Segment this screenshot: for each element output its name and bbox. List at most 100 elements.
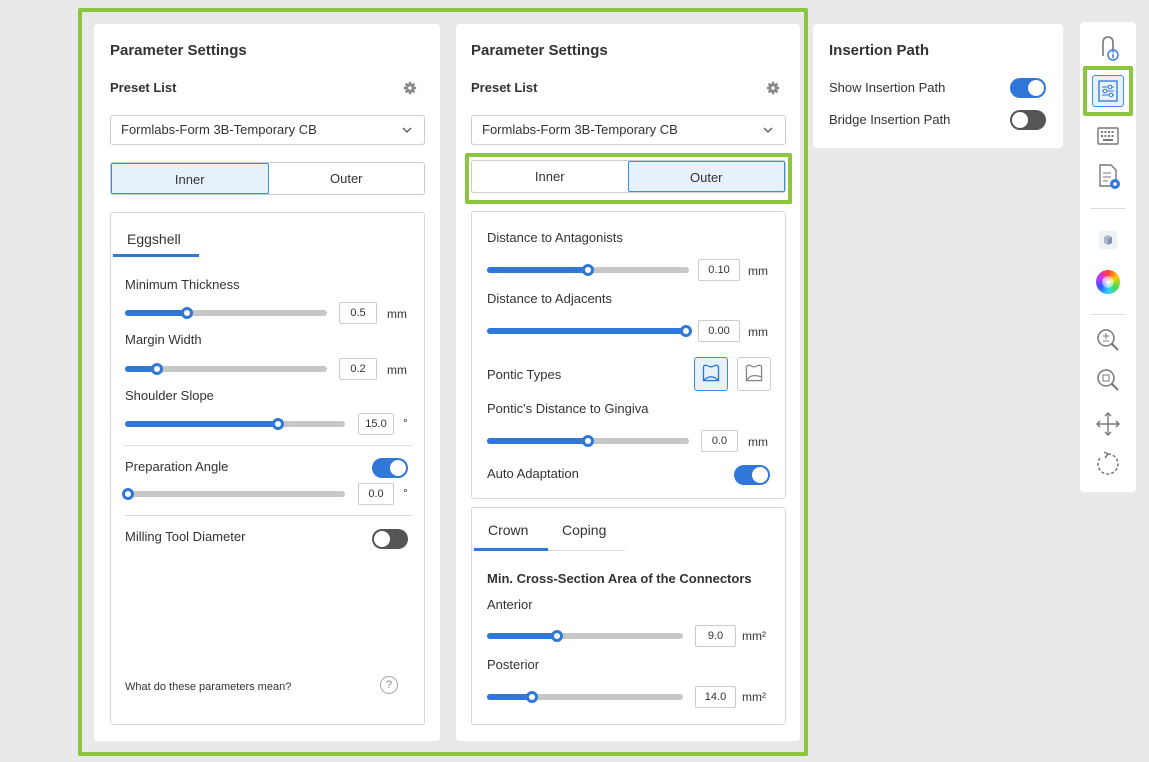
- tab-outer[interactable]: Outer: [627, 161, 785, 192]
- preset-list-label: Preset List: [471, 80, 538, 95]
- parameter-settings-panel-outer: Parameter Settings Preset List Formlabs-…: [456, 24, 800, 741]
- preset-list-label: Preset List: [110, 80, 177, 95]
- help-text[interactable]: What do these parameters mean?: [125, 681, 291, 693]
- distance-adjacents-label: Distance to Adjacents: [487, 291, 613, 306]
- minimum-thickness-value[interactable]: 0.5: [339, 302, 377, 324]
- crown-coping-box: Crown Coping Min. Cross-Section Area of …: [471, 507, 786, 725]
- tab-crown[interactable]: Crown: [488, 522, 528, 538]
- pontic-types-label: Pontic Types: [487, 367, 562, 382]
- outer-params-box: Distance to Antagonists 0.10 mm Distance…: [471, 211, 786, 499]
- preparation-angle-toggle[interactable]: [372, 458, 408, 478]
- pontic-distance-unit: mm: [748, 435, 768, 449]
- gear-icon[interactable]: [766, 81, 780, 95]
- insertion-path-info-icon[interactable]: [1094, 34, 1122, 62]
- tab-underline: [113, 254, 199, 257]
- milling-tool-diameter-label: Milling Tool Diameter: [125, 529, 246, 544]
- tab-inner[interactable]: Inner: [111, 163, 269, 194]
- tab-eggshell[interactable]: Eggshell: [127, 231, 181, 247]
- tab-inner[interactable]: Inner: [472, 161, 628, 192]
- panel-title: Parameter Settings: [110, 42, 247, 59]
- right-toolbar: [1080, 22, 1136, 492]
- distance-antagonists-slider[interactable]: [487, 264, 689, 276]
- margin-width-unit: mm: [387, 363, 407, 377]
- minimum-thickness-label: Minimum Thickness: [125, 277, 240, 292]
- anterior-value[interactable]: 9.0: [695, 625, 736, 647]
- tab-divider: [548, 550, 625, 551]
- inner-outer-toggle: Inner Outer: [110, 162, 425, 195]
- pontic-shape-icon: [745, 364, 763, 382]
- preset-dropdown[interactable]: Formlabs-Form 3B-Temporary CB: [110, 115, 425, 145]
- chevron-down-icon: [763, 127, 773, 133]
- tab-underline: [474, 548, 548, 551]
- toolbar-separator: [1090, 314, 1126, 315]
- minimum-thickness-slider[interactable]: [125, 307, 327, 319]
- preparation-angle-slider[interactable]: [122, 488, 345, 500]
- pontic-shape-icon: [702, 364, 720, 382]
- pontic-type-2-button[interactable]: [737, 357, 771, 391]
- document-settings-icon[interactable]: [1094, 162, 1122, 190]
- eggshell-box: Eggshell Minimum Thickness 0.5 mm Margin…: [110, 212, 425, 725]
- gear-icon[interactable]: [403, 81, 417, 95]
- chevron-down-icon: [402, 127, 412, 133]
- margin-width-slider[interactable]: [125, 363, 327, 375]
- pan-move-icon[interactable]: [1094, 410, 1122, 438]
- connector-heading: Min. Cross-Section Area of the Connector…: [487, 571, 752, 586]
- insertion-path-panel: Insertion Path Show Insertion Path Bridg…: [813, 24, 1063, 148]
- margin-width-value[interactable]: 0.2: [339, 358, 377, 380]
- auto-adaptation-toggle[interactable]: [734, 465, 770, 485]
- toolbar-separator: [1090, 208, 1126, 209]
- show-insertion-path-label: Show Insertion Path: [829, 80, 946, 95]
- pontic-distance-label: Pontic's Distance to Gingiva: [487, 401, 649, 416]
- anterior-slider[interactable]: [487, 630, 683, 642]
- distance-adjacents-value[interactable]: 0.00: [698, 320, 740, 342]
- sliders-icon: [1098, 80, 1118, 102]
- preset-dropdown[interactable]: Formlabs-Form 3B-Temporary CB: [471, 115, 786, 145]
- distance-antagonists-value[interactable]: 0.10: [698, 259, 740, 281]
- posterior-slider[interactable]: [487, 691, 683, 703]
- bridge-insertion-path-toggle[interactable]: [1010, 110, 1046, 130]
- auto-adaptation-label: Auto Adaptation: [487, 466, 579, 481]
- pontic-type-1-button[interactable]: [694, 357, 728, 391]
- inner-outer-toggle: Inner Outer: [471, 160, 786, 193]
- milling-tool-toggle[interactable]: [372, 529, 408, 549]
- posterior-label: Posterior: [487, 657, 540, 672]
- panel-title: Parameter Settings: [471, 42, 608, 59]
- distance-adjacents-slider[interactable]: [487, 325, 692, 337]
- rotate-icon[interactable]: [1094, 450, 1122, 478]
- cube-icon[interactable]: [1094, 226, 1122, 254]
- shoulder-slope-value[interactable]: 15.0: [358, 413, 394, 435]
- tab-coping[interactable]: Coping: [562, 522, 606, 538]
- shoulder-slope-label: Shoulder Slope: [125, 388, 214, 403]
- minimum-thickness-unit: mm: [387, 307, 407, 321]
- color-wheel-icon[interactable]: [1096, 270, 1120, 294]
- tab-outer[interactable]: Outer: [269, 163, 425, 194]
- distance-antagonists-label: Distance to Antagonists: [487, 230, 623, 245]
- divider: [125, 515, 412, 516]
- margin-width-label: Margin Width: [125, 332, 202, 347]
- anterior-unit: mm²: [742, 629, 766, 643]
- anterior-label: Anterior: [487, 597, 533, 612]
- parameter-settings-panel-inner: Parameter Settings Preset List Formlabs-…: [94, 24, 440, 741]
- posterior-value[interactable]: 14.0: [695, 686, 736, 708]
- help-icon[interactable]: ?: [380, 676, 398, 694]
- bridge-insertion-path-label: Bridge Insertion Path: [829, 112, 951, 127]
- zoom-in-out-icon[interactable]: [1094, 326, 1122, 354]
- preset-dropdown-value: Formlabs-Form 3B-Temporary CB: [121, 122, 317, 137]
- preparation-angle-value[interactable]: 0.0: [358, 483, 394, 505]
- parameter-settings-button[interactable]: [1092, 75, 1124, 107]
- zoom-fit-icon[interactable]: [1094, 366, 1122, 394]
- pontic-distance-slider[interactable]: [487, 435, 689, 447]
- preset-dropdown-value: Formlabs-Form 3B-Temporary CB: [482, 122, 678, 137]
- divider: [125, 445, 412, 446]
- pontic-distance-value[interactable]: 0.0: [701, 430, 738, 452]
- insertion-path-title: Insertion Path: [829, 42, 930, 59]
- shoulder-slope-slider[interactable]: [125, 418, 345, 430]
- shoulder-slope-unit: °: [403, 416, 408, 430]
- preparation-angle-unit: °: [403, 486, 408, 500]
- color-wheel-center: [1102, 276, 1114, 288]
- distance-adjacents-unit: mm: [748, 325, 768, 339]
- keyboard-icon[interactable]: [1094, 122, 1122, 150]
- posterior-unit: mm²: [742, 690, 766, 704]
- show-insertion-path-toggle[interactable]: [1010, 78, 1046, 98]
- preparation-angle-label: Preparation Angle: [125, 459, 229, 474]
